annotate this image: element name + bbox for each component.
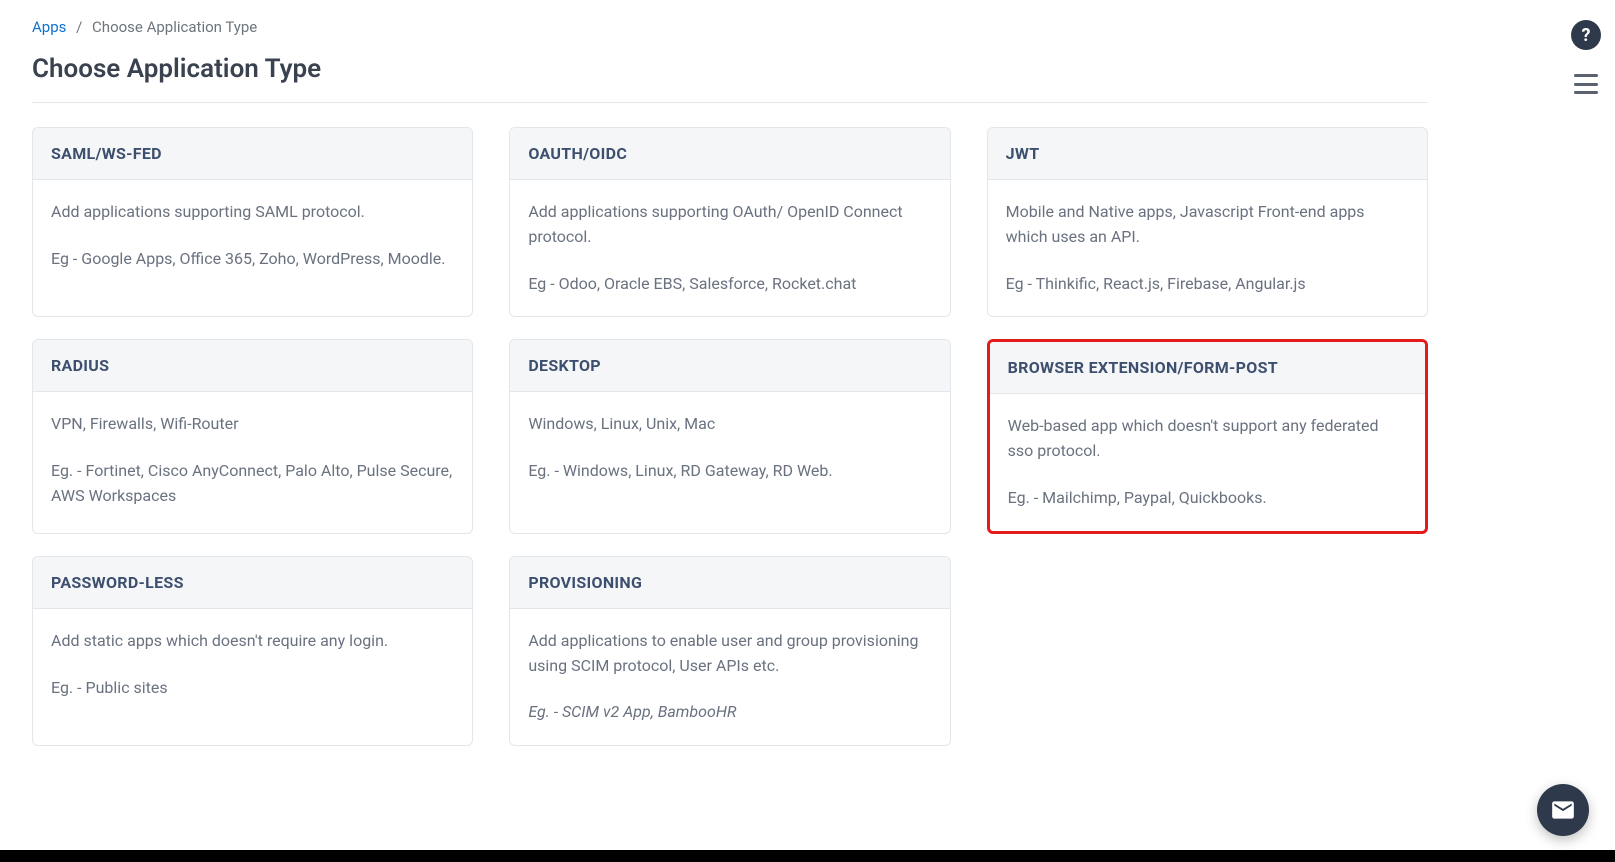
card-body: VPN, Firewalls, Wifi-Router Eg. - Fortine… (33, 392, 472, 532)
card-description: Web-based app which doesn't support any … (1008, 414, 1407, 464)
card-header: OAUTH/OIDC (510, 128, 949, 180)
card-example: Eg. - SCIM v2 App, BambooHR (528, 700, 931, 725)
help-icon: ? (1582, 25, 1591, 46)
page-title: Choose Application Type (32, 54, 1428, 84)
help-button[interactable]: ? (1571, 20, 1601, 50)
card-header: BROWSER EXTENSION/FORM-POST (990, 342, 1425, 394)
card-header: PROVISIONING (510, 557, 949, 609)
divider (32, 102, 1428, 103)
card-example: Eg - Thinkific, React.js, Firebase, Angu… (1006, 272, 1409, 297)
app-type-grid: SAML/WS-FED Add applications supporting S… (32, 127, 1428, 746)
card-example: Eg. - Public sites (51, 676, 454, 701)
card-description: Mobile and Native apps, Javascript Front… (1006, 200, 1409, 250)
card-header: JWT (988, 128, 1427, 180)
breadcrumb-separator: / (76, 18, 82, 36)
card-description: Add applications supporting OAuth/ OpenI… (528, 200, 931, 250)
mail-icon (1550, 797, 1576, 823)
card-example: Eg. - Mailchimp, Paypal, Quickbooks. (1008, 486, 1407, 511)
chat-fab-button[interactable] (1537, 784, 1589, 836)
hamburger-menu-button[interactable] (1574, 74, 1598, 94)
card-example: Eg. - Windows, Linux, RD Gateway, RD Web… (528, 459, 931, 484)
app-type-card[interactable]: PASSWORD-LESS Add static apps which doesn… (32, 556, 473, 746)
card-description: Windows, Linux, Unix, Mac (528, 412, 931, 437)
hamburger-icon (1574, 91, 1598, 94)
card-header: DESKTOP (510, 340, 949, 392)
bottom-bar (0, 850, 1615, 862)
app-type-card[interactable]: BROWSER EXTENSION/FORM-POST Web-based app… (987, 339, 1428, 533)
card-example: Eg - Odoo, Oracle EBS, Salesforce, Rocke… (528, 272, 931, 297)
right-rail: ? (1571, 20, 1601, 94)
card-description: Add static apps which doesn't require an… (51, 629, 454, 654)
breadcrumb: Apps / Choose Application Type (32, 18, 1428, 36)
card-example: Eg. - Fortinet, Cisco AnyConnect, Palo A… (51, 459, 454, 509)
card-body: Mobile and Native apps, Javascript Front… (988, 180, 1427, 316)
card-body: Add applications supporting OAuth/ OpenI… (510, 180, 949, 316)
card-header: PASSWORD-LESS (33, 557, 472, 609)
card-body: Add applications supporting SAML protoco… (33, 180, 472, 316)
app-type-card[interactable]: RADIUS VPN, Firewalls, Wifi-Router Eg. - F… (32, 339, 473, 533)
card-header: SAML/WS-FED (33, 128, 472, 180)
app-type-card[interactable]: DESKTOP Windows, Linux, Unix, Mac Eg. - Wi… (509, 339, 950, 533)
card-header: RADIUS (33, 340, 472, 392)
app-type-card[interactable]: PROVISIONING Add applications to enable u… (509, 556, 950, 746)
app-type-card[interactable]: JWT Mobile and Native apps, Javascript Fr… (987, 127, 1428, 317)
card-example: Eg - Google Apps, Office 365, Zoho, Word… (51, 247, 454, 272)
card-description: Add applications to enable user and grou… (528, 629, 931, 679)
card-description: Add applications supporting SAML protoco… (51, 200, 454, 225)
card-body: Windows, Linux, Unix, Mac Eg. - Windows, … (510, 392, 949, 532)
app-type-card[interactable]: OAUTH/OIDC Add applications supporting OA… (509, 127, 950, 317)
card-description: VPN, Firewalls, Wifi-Router (51, 412, 454, 437)
card-body: Web-based app which doesn't support any … (990, 394, 1425, 530)
app-type-card[interactable]: SAML/WS-FED Add applications supporting S… (32, 127, 473, 317)
card-body: Add static apps which doesn't require an… (33, 609, 472, 745)
breadcrumb-current: Choose Application Type (92, 18, 257, 36)
hamburger-icon (1574, 83, 1598, 86)
hamburger-icon (1574, 74, 1598, 77)
breadcrumb-root-link[interactable]: Apps (32, 18, 66, 36)
card-body: Add applications to enable user and grou… (510, 609, 949, 745)
